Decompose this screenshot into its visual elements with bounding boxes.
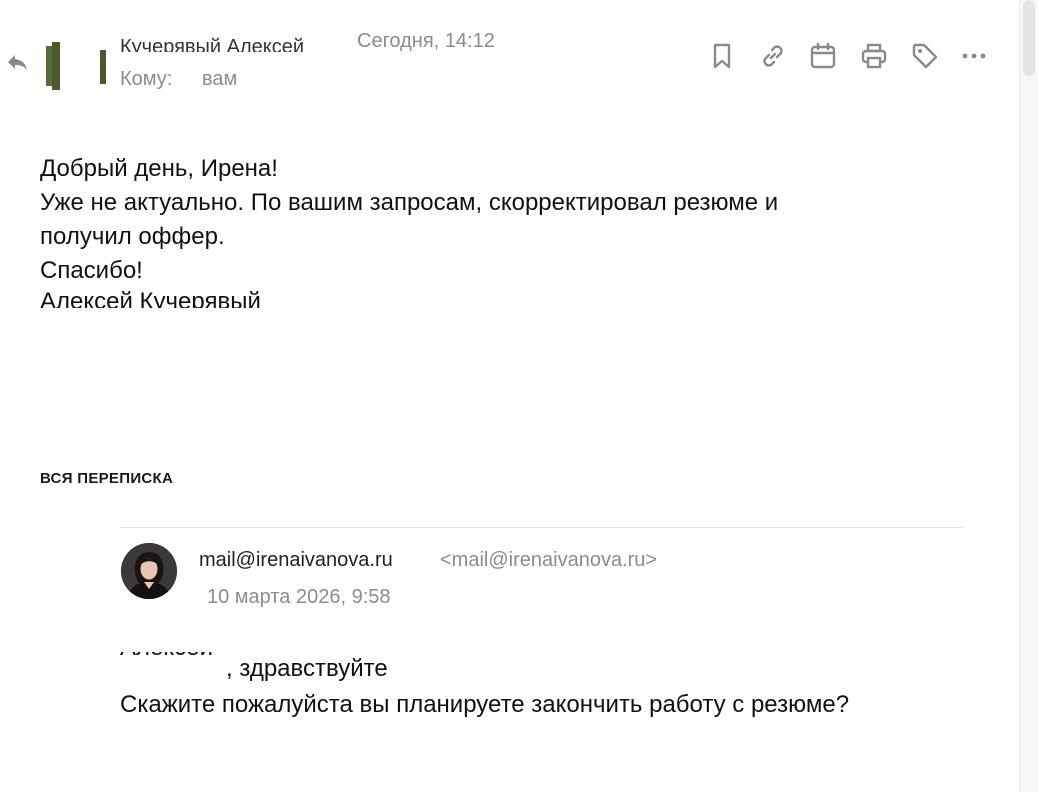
more-icon: [962, 53, 986, 59]
reply-icon[interactable]: [6, 52, 28, 72]
thread-greeting-name-text: Алексей: [120, 652, 213, 665]
bookmark-button[interactable]: [704, 38, 740, 74]
print-button[interactable]: [856, 38, 892, 74]
message-body: Добрый день, Ирена! Уже не актуально. По…: [40, 152, 940, 308]
print-icon: [861, 43, 887, 69]
body-signature-text: Алексей Кучерявый: [40, 288, 261, 308]
to-label: Кому:: [120, 68, 173, 90]
calendar-button[interactable]: [805, 38, 841, 74]
calendar-icon: [810, 42, 836, 69]
thread-greeting: Алексей , здравствуйте: [120, 652, 388, 686]
sender-avatar: [46, 40, 106, 94]
sender-name-text: Кучерявый Алексей: [120, 36, 305, 52]
thread-avatar: [121, 543, 177, 599]
tag-icon: [912, 43, 938, 69]
scrollbar[interactable]: [1019, 0, 1038, 792]
scrollbar-thumb[interactable]: [1023, 0, 1035, 76]
divider: [120, 527, 964, 528]
sender-name[interactable]: Кучерявый Алексей: [120, 26, 340, 52]
link-icon: [763, 45, 783, 67]
message-date: Сегодня, 14:12: [357, 30, 495, 52]
thread-heading: ВСЯ ПЕРЕПИСКА: [40, 470, 174, 487]
thread-from-email[interactable]: <mail@irenaivanova.ru>: [440, 548, 657, 572]
body-greeting: Добрый день, Ирена!: [40, 155, 278, 182]
thread-from-name[interactable]: mail@irenaivanova.ru: [199, 548, 393, 572]
tag-button[interactable]: [907, 38, 943, 74]
mail-view: Кучерявый Алексей Сегодня, 14:12 Кому: в…: [0, 0, 1038, 792]
more-button[interactable]: [956, 38, 992, 74]
thread-date: 10 марта 2026, 9:58: [207, 586, 391, 608]
body-line-1: Уже не актуально. По вашим запросам, ско…: [40, 189, 779, 216]
copy-link-button[interactable]: [755, 38, 791, 74]
body-signature: Алексей Кучерявый: [40, 288, 940, 308]
body-line-2: получил оффер.: [40, 223, 225, 250]
body-thanks: Спасибо!: [40, 257, 143, 284]
thread-greeting-rest: , здравствуйте: [226, 655, 388, 682]
thread-greeting-name: Алексей: [120, 652, 226, 686]
to-value[interactable]: вам: [202, 67, 237, 91]
thread-question: Скажите пожалуйста вы планируете закончи…: [120, 691, 850, 718]
bookmark-icon: [713, 43, 731, 69]
